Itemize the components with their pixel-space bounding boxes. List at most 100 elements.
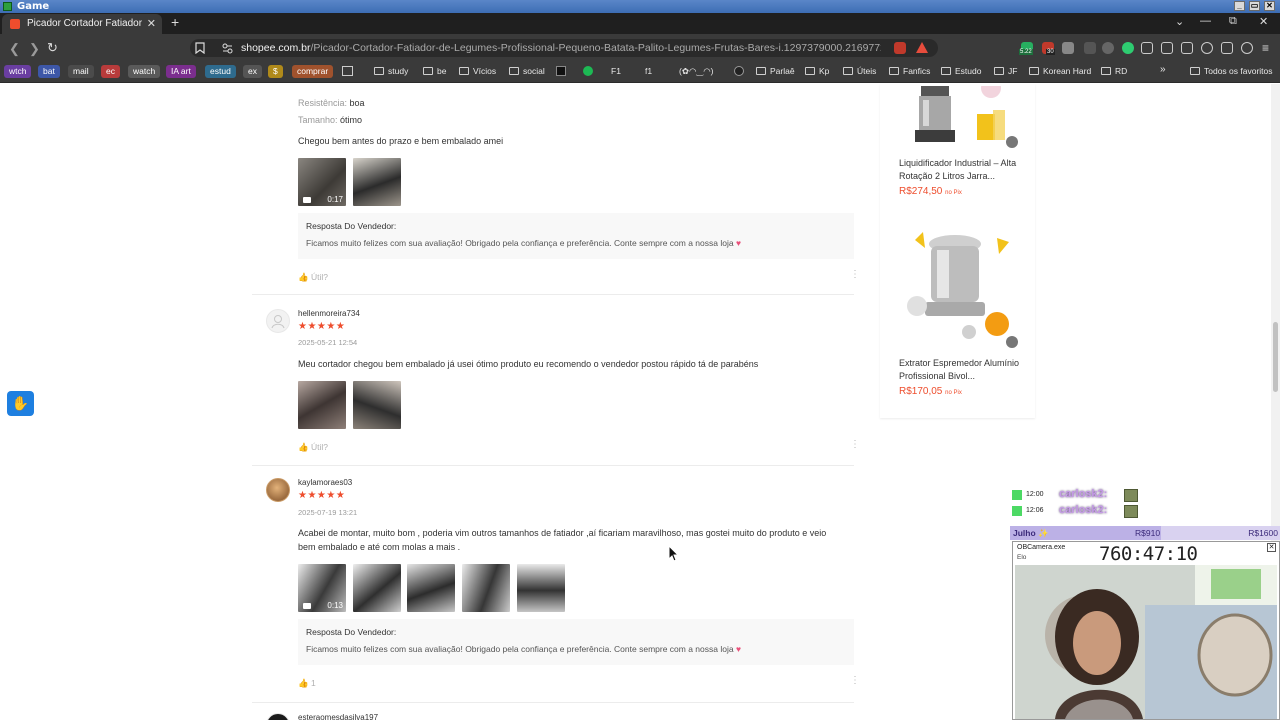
review-divider [252,465,854,466]
close-window-button[interactable]: ✕ [1264,1,1275,11]
user-avatar[interactable] [266,309,290,333]
bookmark-chip[interactable]: ex [243,65,262,78]
extension-green-circle-icon[interactable] [1122,42,1134,54]
review-photo-thumbnail[interactable] [517,564,565,612]
chat-emote-icon [1124,505,1138,518]
shield-settings-icon[interactable] [1241,42,1253,54]
helpful-button[interactable]: 👍 1 [298,678,316,689]
scrollbar-thumb[interactable] [1273,322,1278,392]
bookmark-folder[interactable]: Kp [805,66,829,76]
menu-icon[interactable]: ≡ [1262,41,1269,55]
bookmark-chip[interactable]: watch [128,65,161,78]
juicer-product-image[interactable] [899,232,1023,344]
apps-grid-icon[interactable] [342,66,353,76]
bookmark-chip[interactable]: mail [68,65,94,78]
play-video-icon[interactable] [1006,136,1018,148]
bookmark-folder[interactable]: Fanfics [889,66,930,76]
bookmark-folder[interactable]: study [374,66,408,76]
bookmark-kaomoji[interactable]: (✿◠‿◠) [679,66,713,77]
user-avatar[interactable] [266,478,290,502]
browser-close-button[interactable]: ✕ [1259,15,1268,28]
review-photo-thumbnail[interactable] [353,564,401,612]
close-tab-icon[interactable]: ✕ [147,17,156,30]
bookmark-folder[interactable]: social [509,66,545,76]
site-info-icon[interactable] [222,43,233,54]
all-bookmarks-folder[interactable]: Todos os favoritos [1190,66,1273,76]
circle-bookmark-icon[interactable] [734,66,744,76]
review-text: Chegou bem antes do prazo e bem embalado… [298,136,504,146]
review-photo-thumbnail[interactable] [353,158,401,206]
rating-stars: ★★★★★ [298,490,346,501]
bookmark-folder[interactable]: be [423,66,446,76]
url-text[interactable]: shopee.com.br/Picador-Cortador-Fatiador-… [241,42,881,54]
bookmark-folder[interactable]: Úteis [843,66,876,76]
extension-circle-icon[interactable] [1102,42,1114,54]
play-video-icon[interactable] [1006,336,1018,348]
product-title[interactable]: Liquidificador Industrial – Alta Rotação… [899,157,1023,183]
review-photo-thumbnail[interactable] [462,564,510,612]
bookmark-chip[interactable]: $ [268,65,283,78]
blender-product-image[interactable] [899,86,1023,146]
bookmark-folder[interactable]: Parlaê [756,66,795,76]
more-options-icon[interactable]: ⋮ [850,270,860,280]
back-arrow-icon[interactable]: ❮ [9,41,20,57]
bookmark-chip[interactable]: ec [101,65,120,78]
bookmark-chip[interactable]: estud [205,65,236,78]
chat-username: carlosk2: [1059,488,1108,500]
accessibility-sign-language-button[interactable]: ✋ [7,391,34,416]
minimize-window-button[interactable]: _ [1234,1,1245,11]
reload-icon[interactable]: ↻ [47,40,58,56]
review-video-thumbnail[interactable]: 0:13 [298,564,346,612]
bookmark-folder[interactable]: Estudo [941,66,981,76]
review-photo-thumbnail[interactable] [407,564,455,612]
spotify-icon[interactable] [583,66,593,76]
more-options-icon[interactable]: ⋮ [850,676,860,686]
review-photo-thumbnail[interactable] [298,381,346,429]
bookmark-folder[interactable]: JF [994,66,1017,76]
bookmark-chip[interactable]: comprar [292,65,334,78]
goal-target: R$1600 [1248,528,1278,538]
bookmark-icon[interactable] [195,42,205,54]
extension-grey-icon[interactable] [1062,42,1074,54]
sidebar-toggle-icon[interactable] [1161,42,1173,54]
close-camera-window-button[interactable]: ✕ [1267,543,1276,552]
review-video-thumbnail[interactable]: 0:17 [298,158,346,206]
bookmark-chip[interactable]: IA art [166,65,196,78]
helpful-button[interactable]: 👍 Útil? [298,272,328,283]
more-options-icon[interactable]: ⋮ [850,440,860,450]
wallet-icon[interactable] [1181,42,1193,54]
bookmarks-overflow-icon[interactable]: » [1160,64,1166,75]
product-title[interactable]: Extrator Espremedor Alumínio Profissiona… [899,357,1023,383]
vpn-icon[interactable] [1221,42,1233,54]
browser-tab[interactable]: Picador Cortador Fatiador de Le ✕ [2,14,162,34]
bookmark-chip[interactable]: bat [38,65,60,78]
chat-time: 12:00 [1026,491,1044,498]
tab-search-icon[interactable]: ⌄ [1175,15,1184,28]
helpful-button[interactable]: 👍 Útil? [298,442,328,453]
bookmark-f1-lower[interactable]: f1 [645,66,652,76]
shopee-favicon-icon [10,19,20,29]
bookmark-folder[interactable]: RD [1101,66,1127,76]
extension-badge-2: 30 [1046,49,1055,55]
browser-minimize-button[interactable]: — [1200,15,1211,27]
maximize-window-button[interactable]: ▭ [1249,1,1260,11]
os-title-bar: Game _ ▭ ✕ [0,0,1280,13]
brave-rewards-icon[interactable] [916,42,928,53]
extension-dark-icon[interactable] [1084,42,1096,54]
bookmark-folder[interactable]: Vícios [459,66,496,76]
video-duration: 0:17 [327,195,343,204]
review-date: 2025-07-19 13:21 [298,508,358,517]
letterboxd-icon[interactable] [556,66,566,76]
left-gutter [0,84,236,720]
forward-arrow-icon[interactable]: ❯ [29,41,40,57]
review-photo-thumbnail[interactable] [353,381,401,429]
bookmark-folder[interactable]: Korean Hard [1029,66,1091,76]
new-tab-button[interactable]: + [171,14,179,30]
puzzle-extensions-icon[interactable] [1141,42,1153,54]
brave-shield-icon[interactable] [894,42,906,54]
bookmark-f1[interactable]: F1 [611,66,621,76]
seller-response: Resposta Do Vendedor: Ficamos muito feli… [298,213,854,259]
browser-restore-button[interactable]: ⧉ [1229,15,1237,28]
bookmark-chip[interactable]: wtch [4,65,32,78]
leo-ai-icon[interactable] [1201,42,1213,54]
